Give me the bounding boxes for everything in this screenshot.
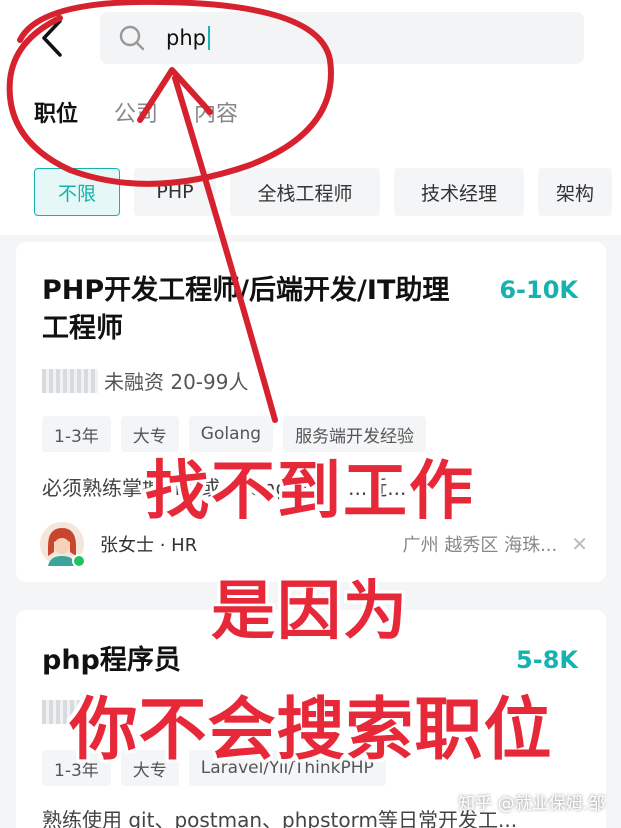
- filter-chips: 不限 PHP 全栈工程师 技术经理 架构: [34, 168, 613, 216]
- company-info: 未融资 20-99人: [42, 366, 248, 395]
- text-caret: [207, 26, 210, 50]
- company-meta: 未融资 20-99人: [104, 370, 249, 394]
- tab-jobs[interactable]: 职位: [34, 96, 78, 128]
- filter-chip-fullstack[interactable]: 全栈工程师: [230, 168, 380, 216]
- job-title: PHP开发工程师/后端开发/IT助理工程师: [42, 275, 450, 344]
- company-logo: [42, 368, 98, 393]
- filter-chip-php[interactable]: PHP: [134, 168, 216, 216]
- filter-chip-architect[interactable]: 架构: [538, 168, 613, 216]
- tab-content[interactable]: 内容: [194, 96, 238, 128]
- job-salary: 6-10K: [499, 276, 578, 304]
- filter-chip-unlimited[interactable]: 不限: [34, 168, 120, 216]
- search-query: php: [166, 24, 210, 52]
- close-icon[interactable]: ✕: [571, 532, 588, 556]
- annotation-text-line3: 你不会搜索职位: [69, 691, 553, 770]
- search-input[interactable]: php: [100, 12, 584, 64]
- result-tabs: 职位 公司 内容: [34, 96, 238, 128]
- back-button[interactable]: [32, 16, 72, 60]
- avatar: [40, 522, 86, 568]
- back-arrow-icon: [42, 19, 62, 57]
- online-status-dot: [72, 554, 86, 568]
- job-salary: 5-8K: [516, 646, 578, 674]
- annotation-text-line1: 找不到工作: [145, 455, 475, 529]
- search-header: php 职位 公司 内容 不限 PHP 全栈工程师 技术经理 架构: [0, 0, 621, 235]
- recruiter-name: 张女士 · HR: [100, 535, 198, 556]
- search-icon: [119, 25, 145, 51]
- watermark: 知乎 @就业保姆.邹: [458, 794, 605, 814]
- tab-companies[interactable]: 公司: [114, 96, 158, 128]
- filter-chip-tech-manager[interactable]: 技术经理: [394, 168, 524, 216]
- job-location: 广州 越秀区 海珠...: [402, 535, 558, 556]
- annotation-text-line2: 是因为: [211, 575, 409, 649]
